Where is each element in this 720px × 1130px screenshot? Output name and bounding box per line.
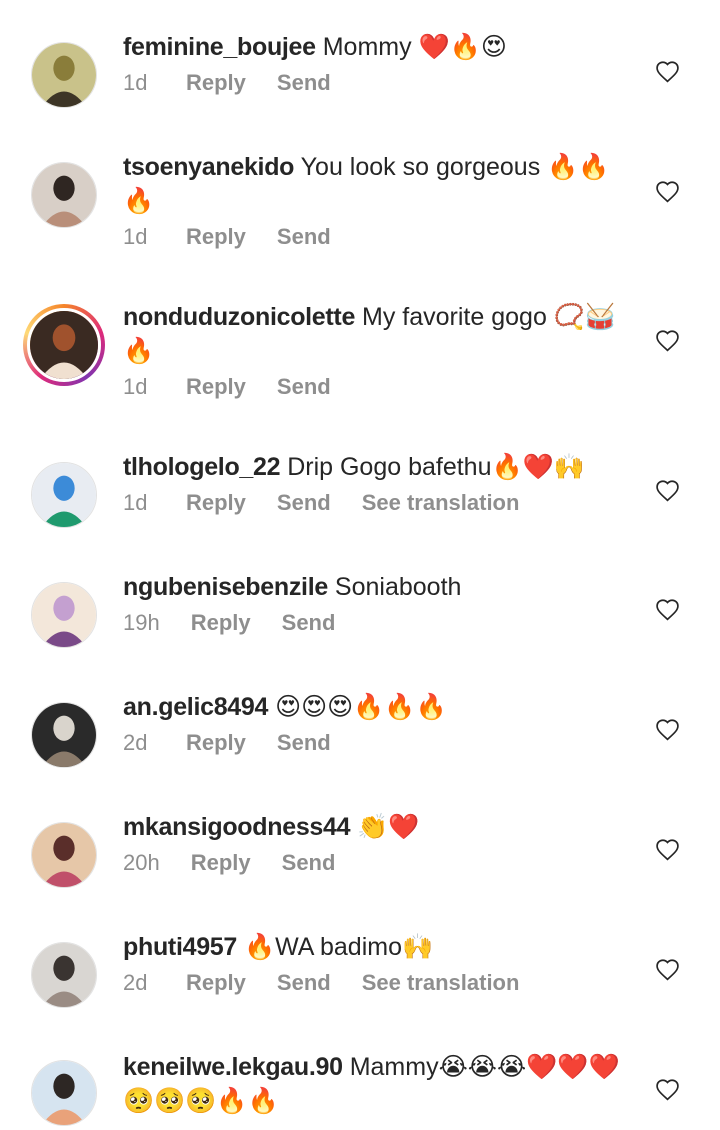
like-heart-icon[interactable] (655, 329, 680, 352)
comment-text: feminine_boujee Mommy ❤️🔥😍 (123, 30, 638, 64)
like-heart-icon[interactable] (655, 1078, 680, 1101)
send-button[interactable]: Send (277, 968, 331, 998)
send-button[interactable]: Send (277, 728, 331, 758)
comment-text: phuti4957 🔥WA badimo🙌 (123, 930, 638, 964)
comment-message: 😍😍😍🔥🔥🔥 (275, 693, 447, 721)
avatar[interactable] (31, 462, 97, 528)
comment-username[interactable]: feminine_boujee (123, 33, 316, 61)
reply-button[interactable]: Reply (191, 848, 251, 878)
avatar-image (32, 463, 96, 527)
avatar[interactable] (31, 942, 97, 1008)
avatar-image (30, 311, 98, 379)
comment-text: tlhologelo_22 Drip Gogo bafethu🔥❤️🙌 (123, 450, 638, 484)
avatar[interactable] (31, 162, 97, 228)
avatar[interactable] (31, 42, 97, 108)
comment-text: keneilwe.lekgau.90 Mammy😭😭😭❤️❤️❤️ 🥺🥺🥺🔥🔥 (123, 1050, 638, 1118)
like-heart-icon[interactable] (655, 598, 680, 621)
comment-message: 👏❤️ (357, 813, 420, 841)
see-translation-button[interactable]: See translation (362, 488, 520, 518)
comment-username[interactable]: tsoenyanekido (123, 153, 294, 181)
comment-actions: 20h Reply Send (123, 848, 638, 878)
like-heart-icon[interactable] (655, 60, 680, 83)
comment-timestamp: 1d (123, 374, 148, 399)
reply-button[interactable]: Reply (186, 968, 246, 998)
comment-actions: 2d Reply Send (123, 728, 638, 758)
comment-actions: 1d Reply Send (123, 68, 638, 98)
reply-button[interactable]: Reply (186, 372, 246, 402)
comment-message: 🔥WA badimo🙌 (243, 933, 434, 961)
comment-message: Mommy ❤️🔥😍 (322, 33, 507, 61)
send-button[interactable]: Send (277, 68, 331, 98)
comment-timestamp: 2d (123, 970, 148, 995)
like-heart-icon[interactable] (655, 958, 680, 981)
comment-timestamp: 19h (123, 610, 160, 635)
send-button[interactable]: Send (277, 222, 331, 252)
comment-actions: 1d Reply Send (123, 372, 638, 402)
avatar-with-story-ring[interactable] (23, 304, 105, 386)
reply-button[interactable]: Reply (186, 728, 246, 758)
avatar-image (32, 943, 96, 1007)
like-heart-icon[interactable] (655, 838, 680, 861)
like-heart-icon[interactable] (655, 479, 680, 502)
reply-button[interactable]: Reply (186, 222, 246, 252)
send-button[interactable]: Send (277, 488, 331, 518)
comment-actions: 19h Reply Send (123, 608, 638, 638)
comment-actions: 2d Reply Send See translation (123, 968, 638, 998)
comment-actions: 1d Reply Send See translation (123, 488, 638, 518)
comment-text: ngubenisebenzile Soniabooth (123, 570, 638, 604)
avatar-image (32, 583, 96, 647)
comment-username[interactable]: an.gelic8494 (123, 693, 268, 721)
reply-button[interactable]: Reply (191, 608, 251, 638)
comment-timestamp: 1d (123, 224, 148, 249)
avatar[interactable] (31, 1060, 97, 1126)
comment-timestamp: 1d (123, 490, 148, 515)
avatar-image (32, 43, 96, 107)
like-heart-icon[interactable] (655, 180, 680, 203)
avatar-image (32, 1061, 96, 1125)
comment-username[interactable]: ngubenisebenzile (123, 573, 328, 601)
send-button[interactable]: Send (277, 372, 331, 402)
comment-username[interactable]: mkansigoodness44 (123, 813, 351, 841)
comment-username[interactable]: nonduduzonicolette (123, 303, 355, 331)
comment-username[interactable]: phuti4957 (123, 933, 237, 961)
comment-username[interactable]: tlhologelo_22 (123, 453, 281, 481)
avatar-image (32, 703, 96, 767)
see-translation-button[interactable]: See translation (362, 968, 520, 998)
avatar[interactable] (31, 822, 97, 888)
send-button[interactable]: Send (282, 848, 336, 878)
avatar-image (32, 823, 96, 887)
comment-text: nonduduzonicolette My favorite gogo 📿🥁 🔥 (123, 300, 638, 368)
comment-timestamp: 2d (123, 730, 148, 755)
comment-message: Drip Gogo bafethu🔥❤️🙌 (287, 453, 585, 481)
avatar[interactable] (31, 702, 97, 768)
like-heart-icon[interactable] (655, 718, 680, 741)
avatar[interactable] (31, 582, 97, 648)
comment-text: mkansigoodness44 👏❤️ (123, 810, 638, 844)
comment-text: tsoenyanekido You look so gorgeous 🔥🔥 🔥 (123, 150, 638, 218)
avatar-image (32, 163, 96, 227)
comment-timestamp: 20h (123, 850, 160, 875)
comment-username[interactable]: keneilwe.lekgau.90 (123, 1053, 343, 1081)
comment-timestamp: 1d (123, 70, 148, 95)
comment-message: Soniabooth (334, 573, 462, 601)
reply-button[interactable]: Reply (186, 488, 246, 518)
comment-text: an.gelic8494 😍😍😍🔥🔥🔥 (123, 690, 638, 724)
reply-button[interactable]: Reply (186, 68, 246, 98)
send-button[interactable]: Send (282, 608, 336, 638)
comment-actions: 1d Reply Send (123, 222, 638, 252)
